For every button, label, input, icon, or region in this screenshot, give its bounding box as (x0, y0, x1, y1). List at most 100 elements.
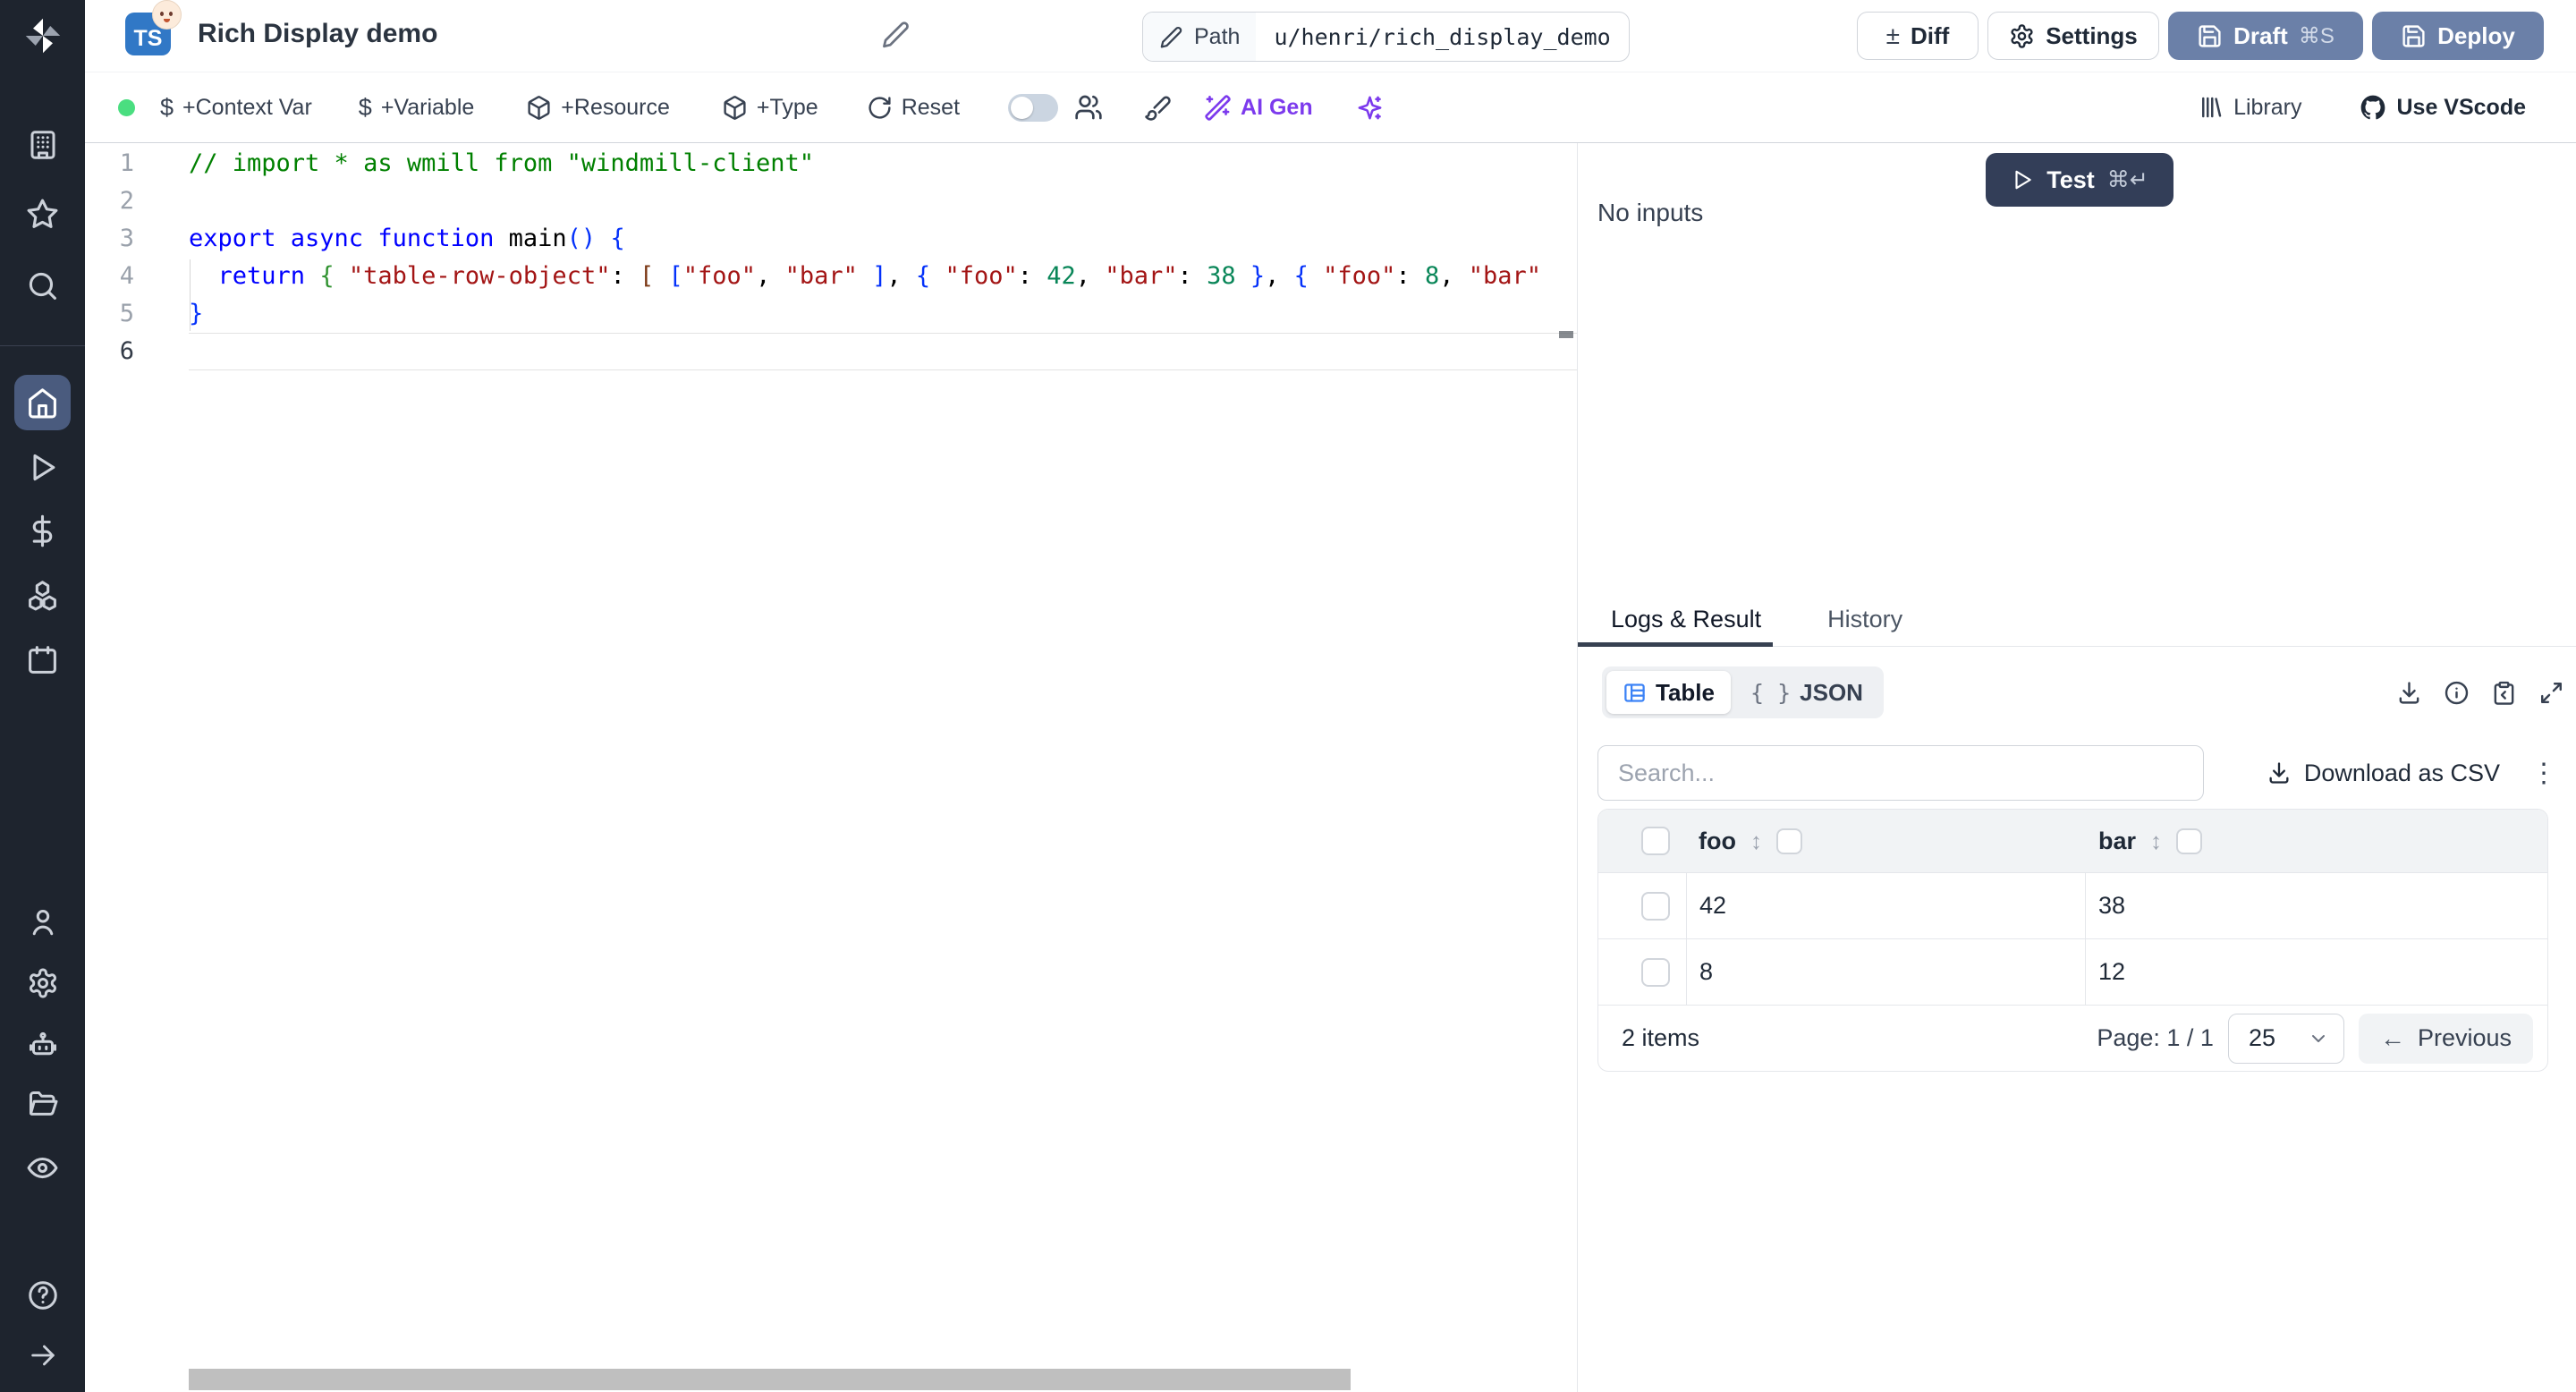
draft-shortcut: ⌘S (2299, 23, 2334, 49)
sort-icon[interactable]: ↕ (1750, 828, 1762, 855)
help-icon[interactable] (0, 1279, 85, 1311)
overview-ruler-marker (1559, 331, 1573, 338)
dollar-icon: $ (160, 94, 174, 122)
path-label: Path (1194, 24, 1240, 50)
library-button[interactable]: Library (2198, 94, 2301, 121)
code-line-1[interactable]: // import * as wmill from "windmill-clie… (189, 145, 1577, 182)
workers-robot-icon[interactable] (0, 1029, 85, 1061)
code-lines[interactable]: // import * as wmill from "windmill-clie… (189, 145, 1577, 370)
deploy-button[interactable]: Deploy (2372, 12, 2544, 60)
code-line-5[interactable]: } (189, 295, 1577, 333)
format-brush-icon[interactable] (1144, 94, 1172, 122)
use-vscode-button[interactable]: Use VScode (2359, 93, 2526, 122)
schedules-calendar-icon[interactable] (0, 643, 85, 676)
draft-button[interactable]: Draft ⌘S (2168, 12, 2363, 60)
code-editor[interactable]: 123456 // import * as wmill from "windmi… (85, 143, 1577, 1392)
table-row: 42 38 (1598, 872, 2547, 938)
diff-button[interactable]: ± Diff (1857, 12, 1979, 60)
sort-icon[interactable]: ↕ (2150, 828, 2162, 855)
expand-icon[interactable] (2538, 680, 2564, 706)
page-size-select[interactable]: 25 (2228, 1014, 2344, 1064)
settings-gear-icon[interactable] (0, 967, 85, 999)
code-line-6[interactable] (189, 333, 1577, 370)
line-number-gutter: 123456 (85, 145, 134, 370)
diff-mode-toggle[interactable] (1008, 94, 1058, 122)
tab-logs-result[interactable]: Logs & Result (1578, 606, 1794, 633)
cell-value: 42 (1699, 892, 1726, 920)
row-checkbox[interactable] (1641, 892, 1670, 921)
settings-button[interactable]: Settings (1987, 12, 2159, 60)
test-button[interactable]: Test ⌘↵ (1986, 153, 2174, 207)
package-icon (526, 95, 552, 121)
magic-wand-icon (1204, 94, 1232, 122)
collapse-arrow-icon[interactable] (0, 1340, 85, 1371)
dollar-icon: $ (359, 94, 372, 122)
code-line-4[interactable]: return { "table-row-object": [ ["foo", "… (189, 258, 1577, 295)
tab-history[interactable]: History (1794, 606, 1936, 633)
play-icon (2011, 168, 2034, 191)
variables-dollar-icon[interactable] (0, 514, 85, 547)
edit-summary-pencil-icon[interactable] (881, 20, 911, 49)
favorites-star-icon[interactable] (0, 198, 85, 231)
code-line-3[interactable]: export async function main() { (189, 220, 1577, 258)
info-icon[interactable] (2444, 680, 2470, 706)
language-badge-ts: TS (125, 13, 171, 55)
path-chip[interactable]: Path u/henri/rich_display_demo (1142, 12, 1630, 62)
windmill-logo[interactable] (0, 16, 85, 55)
row-checkbox[interactable] (1641, 958, 1670, 987)
plus-minus-icon: ± (1886, 21, 1900, 50)
pencil-icon (1159, 25, 1183, 49)
download-result-icon[interactable] (2396, 680, 2422, 706)
cell-value: 38 (2098, 892, 2125, 920)
refresh-icon (867, 95, 893, 121)
view-toggle-json[interactable]: { } JSON (1734, 671, 1879, 714)
table-header: foo ↕ bar ↕ (1598, 810, 2547, 872)
code-line-2[interactable] (189, 182, 1577, 220)
result-tabs: Logs & Result History (1578, 593, 2576, 647)
table-footer: 2 items Page: 1 / 1 25 ← Previous (1598, 1005, 2547, 1071)
no-inputs-label: No inputs (1597, 199, 1703, 227)
table-row: 812 (1598, 938, 2547, 1005)
run-panel: Test ⌘↵ No inputs Logs & Result History … (1577, 143, 2576, 1392)
line-number: 4 (85, 258, 134, 295)
topbar: TS Rich Display demo Path u/henri/rich_d… (85, 0, 2576, 72)
add-resource-button[interactable]: +Resource (526, 95, 670, 121)
sidebar (0, 0, 85, 1392)
previous-page-button[interactable]: ← Previous (2359, 1014, 2533, 1064)
user-icon[interactable] (0, 906, 85, 938)
view-toggle: Table { } JSON (1602, 666, 1884, 718)
resources-boxes-icon[interactable] (0, 579, 85, 612)
runs-play-icon[interactable] (0, 451, 85, 484)
add-context-var-button[interactable]: $ +Context Var (160, 94, 312, 122)
column-toggle-checkbox[interactable] (2176, 828, 2202, 854)
sparkles-icon[interactable] (1356, 94, 1384, 122)
folders-icon[interactable] (0, 1089, 85, 1121)
ai-gen-button[interactable]: AI Gen (1204, 94, 1313, 122)
download-csv-button[interactable]: Download as CSV (2267, 760, 2500, 787)
column-header-bar: bar (2098, 828, 2136, 855)
search-icon[interactable] (0, 269, 85, 302)
column-toggle-checkbox[interactable] (1776, 828, 1802, 854)
select-all-checkbox[interactable] (1641, 827, 1670, 855)
cell-value: 12 (2098, 958, 2125, 986)
reset-button[interactable]: Reset (867, 95, 960, 121)
home-icon[interactable] (0, 386, 85, 420)
save-icon (2197, 23, 2223, 49)
search-input[interactable] (1597, 745, 2204, 801)
audit-eye-icon[interactable] (0, 1151, 85, 1184)
collaborators-icon[interactable] (1074, 93, 1103, 122)
add-variable-button[interactable]: $ +Variable (359, 94, 475, 122)
kebab-menu-icon[interactable]: ⋮ (2523, 758, 2564, 789)
active-tab-underline (1578, 642, 1773, 647)
test-shortcut: ⌘↵ (2107, 166, 2148, 193)
horizontal-scrollbar[interactable] (189, 1369, 1351, 1390)
chevron-down-icon (2308, 1028, 2329, 1049)
workspace-icon[interactable] (0, 129, 85, 161)
add-type-button[interactable]: +Type (722, 95, 818, 121)
view-toggle-table[interactable]: Table (1606, 671, 1731, 714)
table-search-row: Download as CSV ⋮ (1597, 745, 2564, 801)
github-icon (2359, 93, 2387, 122)
path-value: u/henri/rich_display_demo (1256, 13, 1628, 61)
copy-result-icon[interactable] (2491, 680, 2517, 706)
table-body: 42 38 812 (1598, 872, 2547, 1005)
